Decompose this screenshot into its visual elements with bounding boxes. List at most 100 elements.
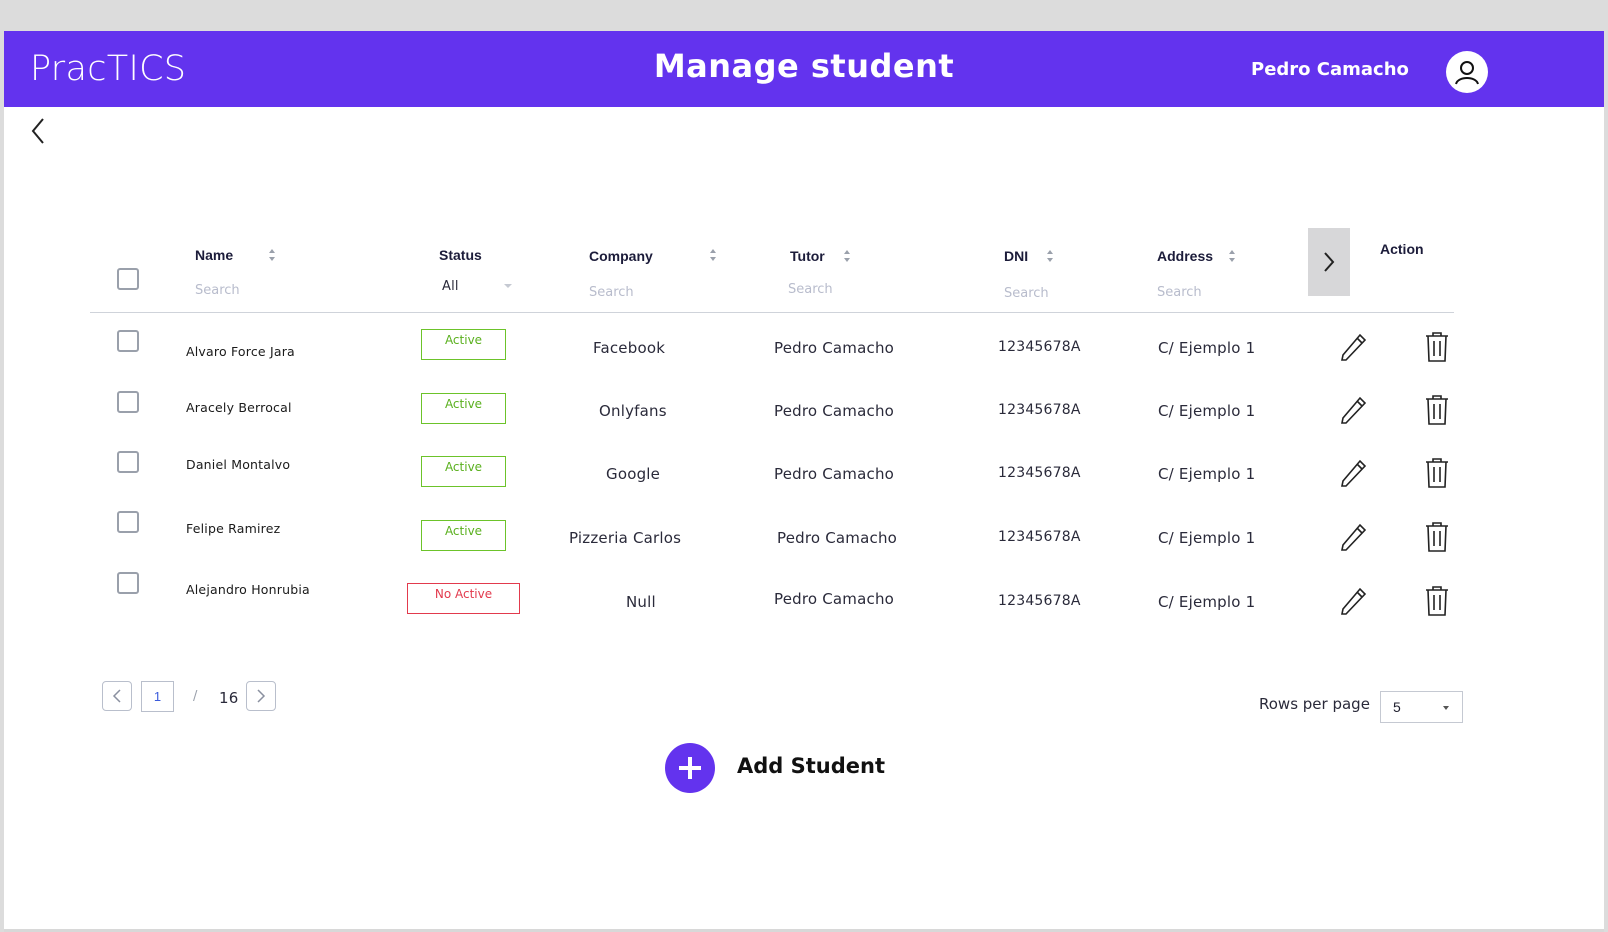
plus-icon bbox=[679, 757, 701, 779]
sort-icon[interactable] bbox=[1045, 247, 1055, 265]
student-name[interactable]: Felipe Ramirez bbox=[186, 521, 280, 536]
total-pages: 16 bbox=[219, 689, 239, 707]
delete-button[interactable] bbox=[1422, 457, 1452, 489]
status-badge: Active bbox=[421, 329, 506, 360]
pencil-icon bbox=[1341, 523, 1367, 551]
chevron-right-icon bbox=[257, 689, 266, 703]
trash-icon bbox=[1426, 395, 1448, 425]
dni-cell: 12345678A bbox=[998, 465, 1081, 481]
tutor-cell: Pedro Camacho bbox=[777, 529, 898, 547]
address-cell: C/ Ejemplo 1 bbox=[1158, 529, 1256, 547]
rows-per-page-value: 5 bbox=[1393, 699, 1401, 715]
column-header-status: Status bbox=[439, 247, 482, 263]
next-page-button[interactable] bbox=[246, 681, 276, 711]
status-badge: Active bbox=[421, 456, 506, 487]
company-cell: Null bbox=[626, 593, 656, 611]
tutor-cell: Pedro Camacho bbox=[774, 339, 895, 357]
sort-icon[interactable] bbox=[1227, 247, 1237, 265]
company-cell: Pizzeria Carlos bbox=[569, 529, 682, 547]
top-bar: PracTICS Manage student Pedro Camacho bbox=[4, 31, 1604, 107]
row-checkbox[interactable] bbox=[117, 451, 139, 473]
student-name[interactable]: Alvaro Force Jara bbox=[186, 344, 295, 359]
student-name[interactable]: Daniel Montalvo bbox=[186, 457, 290, 472]
address-cell: C/ Ejemplo 1 bbox=[1158, 593, 1256, 611]
delete-button[interactable] bbox=[1422, 585, 1452, 617]
trash-icon bbox=[1426, 332, 1448, 362]
current-page-input[interactable]: 1 bbox=[141, 681, 174, 712]
back-button[interactable] bbox=[26, 116, 50, 146]
tutor-cell: Pedro Camacho bbox=[774, 590, 895, 608]
status-badge: Active bbox=[421, 520, 506, 551]
delete-button[interactable] bbox=[1422, 394, 1452, 426]
company-cell: Facebook bbox=[593, 339, 666, 357]
pencil-icon bbox=[1341, 587, 1367, 615]
brand-logo[interactable]: PracTICS bbox=[30, 49, 186, 89]
search-input-dni[interactable] bbox=[1004, 286, 1114, 301]
header-divider bbox=[90, 312, 1454, 313]
dni-cell: 12345678A bbox=[998, 402, 1081, 418]
company-cell: Google bbox=[606, 465, 661, 483]
search-input-address[interactable] bbox=[1157, 285, 1267, 300]
user-icon bbox=[1455, 61, 1479, 85]
pencil-icon bbox=[1341, 396, 1367, 424]
column-header-tutor[interactable]: Tutor bbox=[790, 248, 825, 264]
edit-button[interactable] bbox=[1339, 394, 1369, 426]
column-header-company[interactable]: Company bbox=[589, 248, 653, 264]
prev-page-button[interactable] bbox=[102, 681, 132, 711]
tutor-cell: Pedro Camacho bbox=[774, 402, 895, 420]
rows-per-page-label: Rows per page bbox=[1259, 695, 1370, 713]
chevron-down-icon bbox=[1443, 706, 1449, 710]
chevron-left-icon bbox=[31, 118, 44, 144]
sort-icon[interactable] bbox=[267, 246, 277, 264]
dni-cell: 12345678A bbox=[998, 593, 1081, 609]
address-cell: C/ Ejemplo 1 bbox=[1158, 339, 1256, 357]
chevron-down-icon[interactable] bbox=[503, 282, 513, 290]
add-student-label: Add Student bbox=[737, 754, 886, 778]
add-student-button[interactable]: Add Student bbox=[665, 743, 885, 793]
address-cell: C/ Ejemplo 1 bbox=[1158, 465, 1256, 483]
status-badge: Active bbox=[421, 393, 506, 424]
scroll-columns-button[interactable] bbox=[1308, 228, 1350, 296]
user-name[interactable]: Pedro Camacho bbox=[1251, 59, 1409, 80]
status-badge: No Active bbox=[407, 583, 520, 614]
trash-icon bbox=[1426, 458, 1448, 488]
avatar[interactable] bbox=[1446, 51, 1488, 93]
dni-cell: 12345678A bbox=[998, 529, 1081, 545]
row-checkbox[interactable] bbox=[117, 572, 139, 594]
trash-icon bbox=[1426, 522, 1448, 552]
search-input-name[interactable] bbox=[195, 283, 305, 298]
column-header-address[interactable]: Address bbox=[1157, 248, 1213, 264]
column-header-action: Action bbox=[1380, 241, 1424, 257]
pencil-icon bbox=[1341, 333, 1367, 361]
dni-cell: 12345678A bbox=[998, 339, 1081, 355]
row-checkbox[interactable] bbox=[117, 330, 139, 352]
pencil-icon bbox=[1341, 459, 1367, 487]
chevron-left-icon bbox=[112, 689, 121, 703]
edit-button[interactable] bbox=[1339, 331, 1369, 363]
search-input-company[interactable] bbox=[589, 285, 699, 300]
edit-button[interactable] bbox=[1339, 457, 1369, 489]
search-input-tutor[interactable] bbox=[788, 282, 898, 297]
tutor-cell: Pedro Camacho bbox=[774, 465, 895, 483]
delete-button[interactable] bbox=[1422, 521, 1452, 553]
row-checkbox[interactable] bbox=[117, 391, 139, 413]
sort-icon[interactable] bbox=[842, 247, 852, 265]
student-name[interactable]: Aracely Berrocal bbox=[186, 400, 292, 415]
page-separator: / bbox=[193, 689, 198, 704]
add-circle bbox=[665, 743, 715, 793]
status-filter-select[interactable]: All bbox=[442, 279, 459, 294]
sort-icon[interactable] bbox=[708, 246, 718, 264]
trash-icon bbox=[1426, 586, 1448, 616]
address-cell: C/ Ejemplo 1 bbox=[1158, 402, 1256, 420]
row-checkbox[interactable] bbox=[117, 511, 139, 533]
edit-button[interactable] bbox=[1339, 585, 1369, 617]
rows-per-page-select[interactable]: 5 bbox=[1380, 691, 1463, 723]
chevron-right-icon bbox=[1324, 252, 1335, 272]
column-header-name[interactable]: Name bbox=[195, 247, 233, 263]
student-name[interactable]: Alejandro Honrubia bbox=[186, 582, 310, 597]
column-header-dni[interactable]: DNI bbox=[1004, 248, 1028, 264]
delete-button[interactable] bbox=[1422, 331, 1452, 363]
select-all-checkbox[interactable] bbox=[117, 268, 139, 290]
edit-button[interactable] bbox=[1339, 521, 1369, 553]
company-cell: Onlyfans bbox=[599, 402, 667, 420]
